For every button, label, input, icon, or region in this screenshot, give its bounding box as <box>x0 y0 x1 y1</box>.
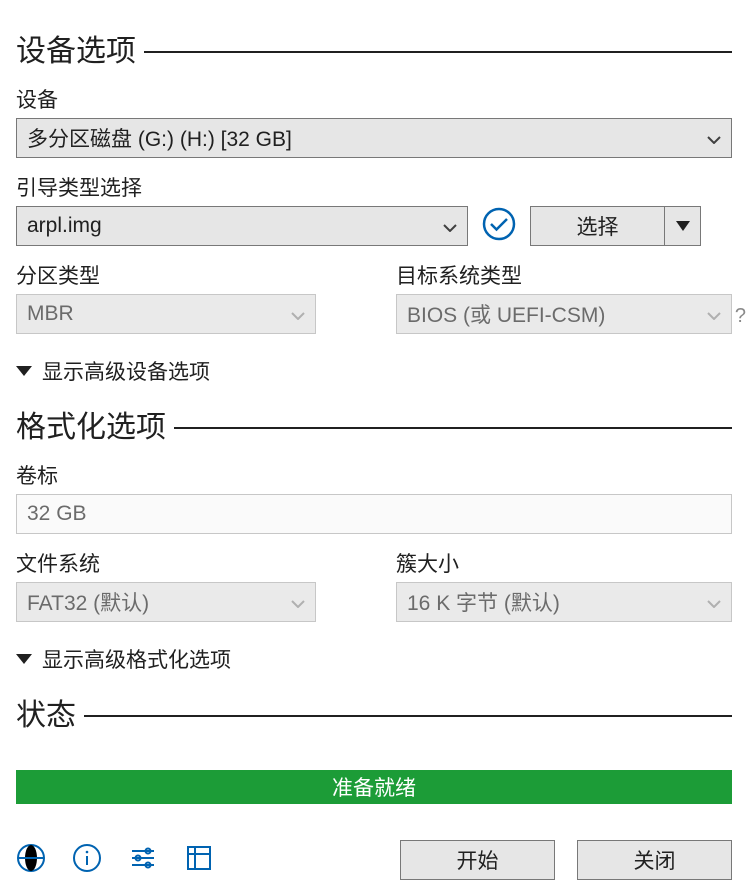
target-system-label: 目标系统类型 <box>396 260 732 290</box>
status-text: 准备就绪 <box>332 772 416 802</box>
device-label: 设备 <box>16 84 732 114</box>
filesystem-label: 文件系统 <box>16 548 316 578</box>
log-icon[interactable] <box>184 843 214 878</box>
globe-icon[interactable] <box>16 843 46 878</box>
chevron-down-icon <box>16 654 32 664</box>
close-button-label: 关闭 <box>634 845 676 875</box>
check-circle-icon[interactable] <box>482 207 516 246</box>
show-advanced-format-toggle[interactable]: 显示高级格式化选项 <box>16 644 732 674</box>
select-file-dropdown[interactable] <box>665 206 701 246</box>
section-title-device: 设备选项 <box>16 26 136 70</box>
section-status: 状态 <box>16 690 732 734</box>
section-title-format: 格式化选项 <box>16 402 166 446</box>
partition-select-value: MBR <box>27 302 74 326</box>
advanced-device-label: 显示高级设备选项 <box>42 356 210 386</box>
volume-input[interactable] <box>16 494 732 534</box>
status-bar: 准备就绪 <box>16 770 732 804</box>
partition-select[interactable]: MBR <box>16 294 316 334</box>
start-button[interactable]: 开始 <box>400 840 555 880</box>
filesystem-select[interactable]: FAT32 (默认) <box>16 582 316 622</box>
boot-select-value: arpl.img <box>27 214 102 238</box>
section-divider <box>144 51 732 53</box>
chevron-down-icon <box>707 126 721 150</box>
settings-sliders-icon[interactable] <box>128 843 158 878</box>
chevron-down-icon <box>291 590 305 614</box>
section-divider <box>84 715 732 717</box>
volume-label: 卷标 <box>16 460 732 490</box>
target-system-select[interactable]: BIOS (或 UEFI-CSM) <box>396 294 732 334</box>
chevron-down-icon <box>443 214 457 238</box>
partition-label: 分区类型 <box>16 260 316 290</box>
cluster-value: 16 K 字节 (默认) <box>407 587 560 617</box>
select-file-button-label: 选择 <box>577 211 619 241</box>
filesystem-value: FAT32 (默认) <box>27 587 149 617</box>
section-format-options: 格式化选项 <box>16 402 732 446</box>
cluster-label: 簇大小 <box>396 548 732 578</box>
close-button[interactable]: 关闭 <box>577 840 732 880</box>
show-advanced-device-toggle[interactable]: 显示高级设备选项 <box>16 356 732 386</box>
info-icon[interactable] <box>72 843 102 878</box>
boot-label: 引导类型选择 <box>16 172 732 202</box>
advanced-format-label: 显示高级格式化选项 <box>42 644 231 674</box>
device-select-value: 多分区磁盘 (G:) (H:) [32 GB] <box>27 123 292 153</box>
select-file-split-button[interactable]: 选择 <box>530 206 701 246</box>
target-system-value: BIOS (或 UEFI-CSM) <box>407 299 605 329</box>
start-button-label: 开始 <box>457 845 499 875</box>
boot-select[interactable]: arpl.img <box>16 206 468 246</box>
section-device-options: 设备选项 <box>16 26 732 70</box>
target-system-help[interactable]: ? <box>735 305 746 328</box>
chevron-down-icon <box>707 590 721 614</box>
select-file-button[interactable]: 选择 <box>530 206 665 246</box>
section-divider <box>174 427 732 429</box>
cluster-select[interactable]: 16 K 字节 (默认) <box>396 582 732 622</box>
chevron-down-icon <box>16 366 32 376</box>
section-title-status: 状态 <box>16 690 76 734</box>
chevron-down-icon <box>707 302 721 326</box>
device-select[interactable]: 多分区磁盘 (G:) (H:) [32 GB] <box>16 118 732 158</box>
chevron-down-icon <box>291 302 305 326</box>
